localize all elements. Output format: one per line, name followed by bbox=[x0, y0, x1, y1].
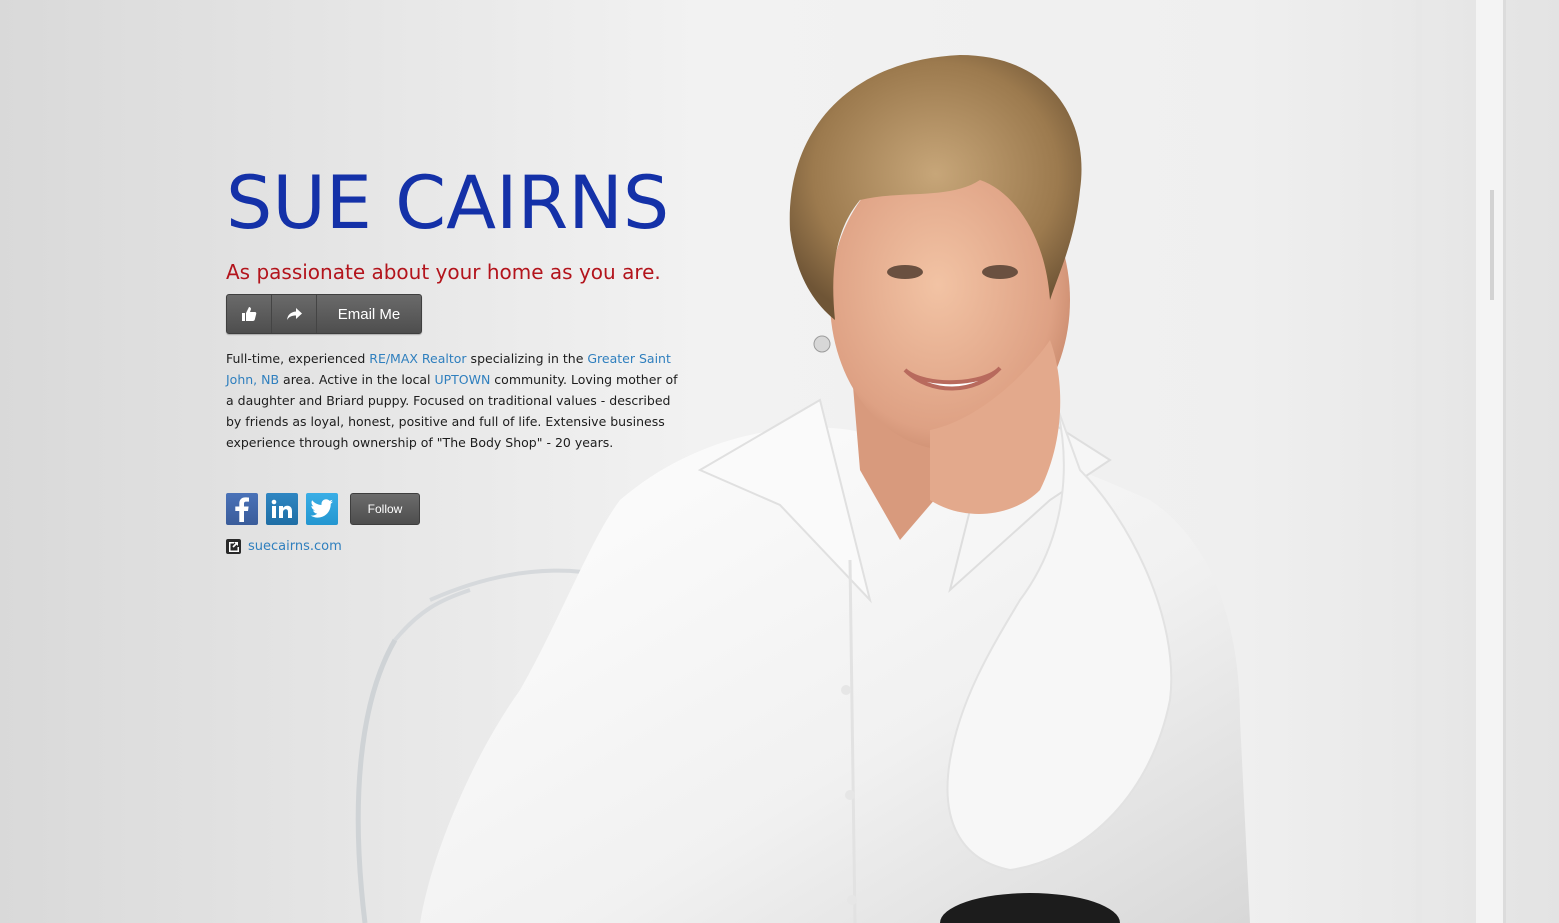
linkedin-link[interactable] bbox=[266, 493, 298, 525]
profile-card: SUE CAIRNS As passionate about your home… bbox=[226, 160, 686, 554]
facebook-icon bbox=[235, 497, 249, 522]
share-button[interactable] bbox=[272, 295, 317, 333]
profile-bio: Full-time, experienced RE/MAX Realtor sp… bbox=[226, 348, 686, 453]
bio-text: specializing in the bbox=[466, 351, 588, 366]
bio-text: area. Active in the local bbox=[279, 372, 435, 387]
twitter-icon bbox=[310, 499, 333, 518]
linkedin-icon bbox=[271, 499, 292, 518]
bio-text: Full-time, experienced bbox=[226, 351, 370, 366]
remax-realtor-link[interactable]: RE/MAX Realtor bbox=[369, 351, 466, 366]
twitter-link[interactable] bbox=[306, 493, 338, 525]
thumbs-up-icon bbox=[242, 307, 257, 321]
action-button-group: Email Me bbox=[226, 294, 422, 334]
uptown-link[interactable]: UPTOWN bbox=[434, 372, 490, 387]
profile-name: SUE CAIRNS bbox=[226, 161, 670, 246]
email-me-button[interactable]: Email Me bbox=[317, 295, 421, 333]
facebook-link[interactable] bbox=[226, 493, 258, 525]
profile-headline: As passionate about your home as you are… bbox=[226, 260, 661, 284]
website-link[interactable]: suecairns.com bbox=[248, 539, 342, 554]
follow-button[interactable]: Follow bbox=[350, 493, 420, 525]
website-row: suecairns.com bbox=[226, 539, 686, 554]
social-links: Follow bbox=[226, 493, 686, 525]
share-arrow-icon bbox=[287, 308, 302, 320]
external-link-icon bbox=[226, 539, 241, 554]
like-button[interactable] bbox=[227, 295, 272, 333]
